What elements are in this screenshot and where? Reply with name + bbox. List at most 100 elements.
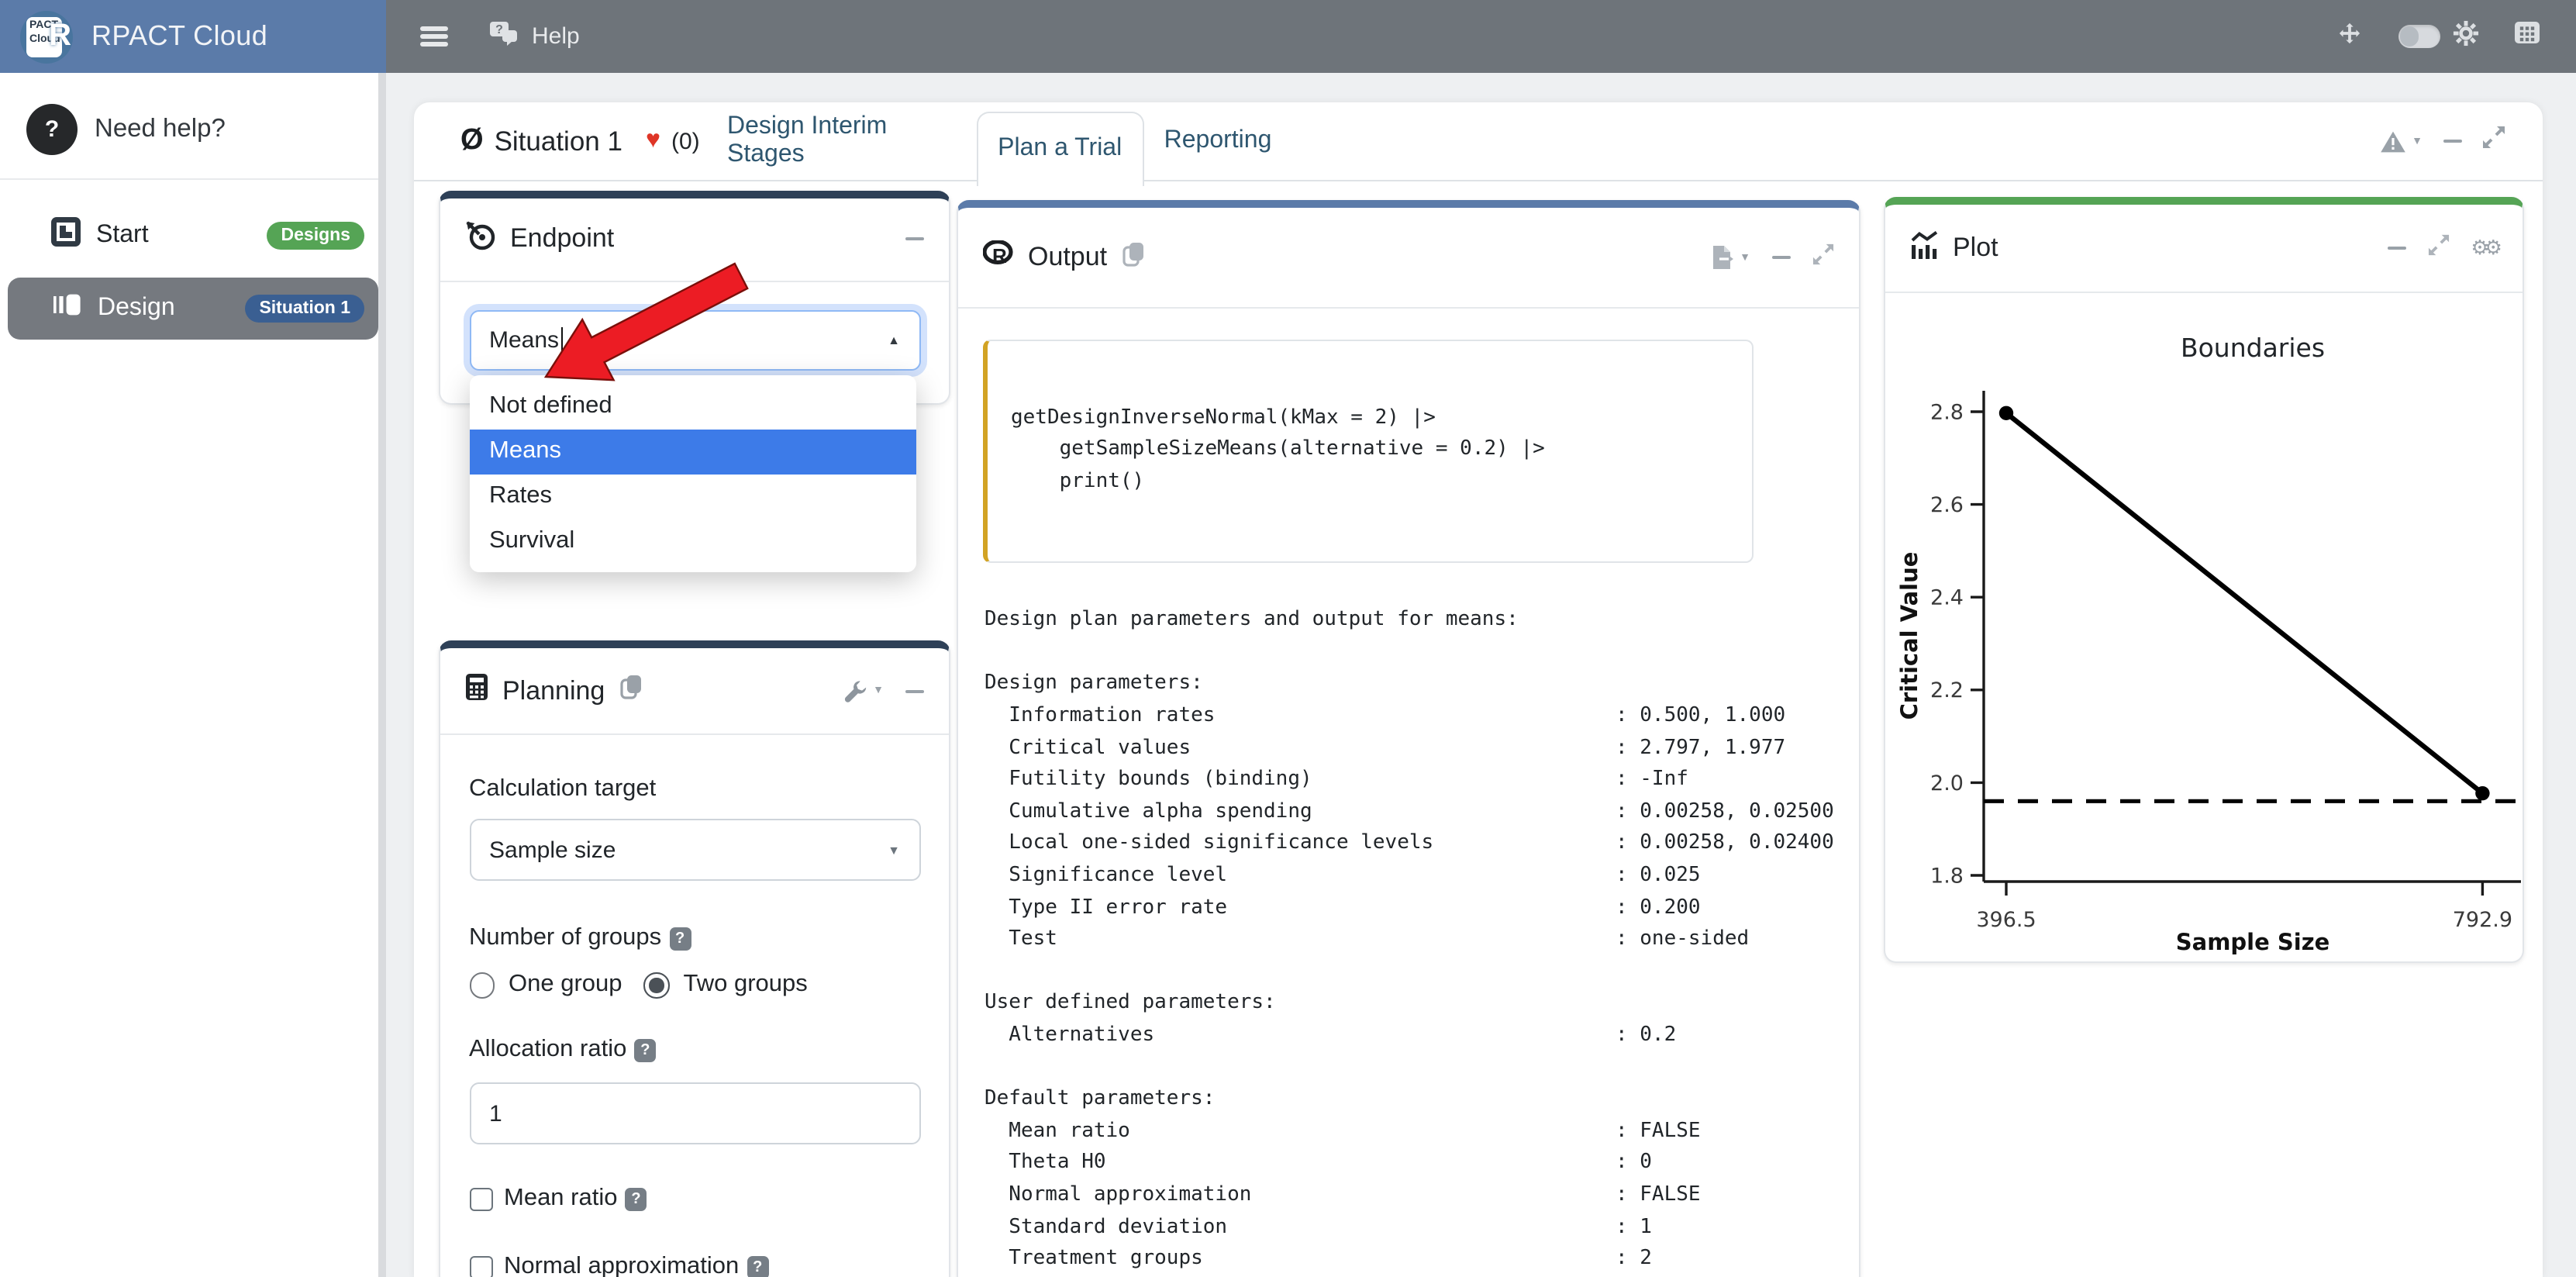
output-card: R Output ▼ get: [957, 201, 1860, 1277]
chevron-up-icon: ▲: [888, 333, 900, 347]
allocation-ratio-label: Allocation ratio?: [469, 1037, 920, 1065]
topbar-actions: [2337, 19, 2539, 53]
tab-plan-a-trial[interactable]: Plan a Trial: [976, 112, 1143, 185]
null-set-icon: Ø: [460, 124, 484, 158]
design-output-text: Design plan parameters and output for me…: [985, 606, 1859, 1276]
endpoint-option[interactable]: Not defined: [469, 385, 916, 430]
svg-text:Critical Value: Critical Value: [1895, 552, 1922, 720]
sidebar: PACT Cloud R RPACT Cloud ? Need help? St…: [0, 0, 386, 1277]
sidebar-item-label: Start: [96, 222, 149, 250]
svg-text:2.4: 2.4: [1929, 586, 1963, 610]
need-help-link[interactable]: ? Need help?: [26, 104, 386, 155]
warning-triangle-icon: [2379, 129, 2405, 153]
sidebar-divider: [0, 178, 386, 180]
endpoint-card-title: Endpoint: [510, 223, 614, 254]
sidebar-item-start[interactable]: Start Designs: [0, 206, 386, 265]
collapse-card-icon[interactable]: [2387, 247, 2405, 250]
svg-text:792.9: 792.9: [2452, 908, 2512, 932]
designs-badge: Designs: [267, 222, 365, 250]
start-icon: [51, 217, 81, 254]
collapse-panel-icon[interactable]: [2443, 140, 2461, 143]
theme-toggle[interactable]: [2398, 26, 2440, 48]
grid-apps-icon[interactable]: [2514, 22, 2539, 51]
svg-text:R: R: [992, 245, 1007, 267]
help-badge-icon[interactable]: ?: [634, 1040, 656, 1063]
mean-ratio-label: Mean ratio: [504, 1186, 617, 1213]
normal-approximation-checkbox[interactable]: [469, 1255, 493, 1277]
help-badge-icon[interactable]: ?: [747, 1256, 768, 1277]
planning-card: Planning ▼ Calculation target Sample siz…: [439, 641, 950, 1277]
help-chat-icon: ?: [488, 19, 521, 53]
help-label: Help: [532, 23, 580, 50]
endpoint-combobox[interactable]: Means ▲: [469, 310, 920, 371]
collapse-card-icon[interactable]: [905, 237, 924, 240]
sidebar-scrollbar[interactable]: [378, 73, 386, 1277]
file-export-icon: [1712, 246, 1733, 271]
plot-settings-gears-icon[interactable]: ⚙⚙: [2471, 236, 2498, 261]
endpoint-combobox-value: Means: [489, 327, 559, 354]
endpoint-target-icon: [465, 219, 496, 258]
situation-badge: Situation 1: [245, 295, 364, 323]
plot-card-title: Plot: [1953, 233, 1998, 264]
calculation-target-select[interactable]: Sample size ▼: [469, 820, 920, 882]
settings-sun-icon[interactable]: [2452, 19, 2478, 53]
svg-text:2.0: 2.0: [1929, 771, 1963, 796]
expand-card-icon[interactable]: [2427, 233, 2449, 263]
sidebar-item-label: Design: [98, 295, 175, 323]
wrench-icon: [843, 680, 867, 703]
help-badge-icon[interactable]: ?: [625, 1188, 647, 1211]
mean-ratio-checkbox[interactable]: [469, 1187, 493, 1211]
allocation-ratio-input[interactable]: 1: [469, 1083, 920, 1145]
app-root: ? Help PACT Cloud R RPACT Cl: [0, 0, 2576, 1277]
two-groups-label: Two groups: [684, 972, 808, 999]
endpoint-option[interactable]: Rates: [469, 474, 916, 519]
hamburger-menu-icon[interactable]: [420, 22, 448, 51]
help-badge-icon[interactable]: ?: [669, 928, 691, 951]
one-group-radio[interactable]: [469, 972, 495, 998]
toggle-knob: [2399, 27, 2419, 47]
endpoint-dropdown-menu: Not definedMeansRatesSurvival: [469, 375, 916, 572]
export-dropdown-button[interactable]: ▼: [1712, 246, 1750, 271]
question-mark-icon: ?: [26, 104, 78, 155]
endpoint-option[interactable]: Survival: [469, 519, 916, 564]
endpoint-option[interactable]: Means: [469, 430, 916, 475]
situation-title: Situation 1: [495, 125, 622, 157]
calculator-icon: [465, 674, 488, 709]
copy-icon[interactable]: [620, 675, 642, 708]
svg-text:Boundaries: Boundaries: [2180, 333, 2324, 363]
two-groups-radio[interactable]: [644, 972, 670, 998]
sidebar-item-design[interactable]: Design Situation 1: [8, 278, 378, 340]
svg-text:1.8: 1.8: [1929, 864, 1963, 888]
need-help-label: Need help?: [95, 115, 226, 144]
tab-reporting[interactable]: Reporting: [1166, 102, 1270, 181]
help-button[interactable]: ? Help: [488, 19, 580, 53]
planning-card-title: Planning: [502, 676, 605, 707]
app-title: RPACT Cloud: [91, 20, 267, 53]
design-icon: [51, 290, 82, 327]
mean-ratio-row: Mean ratio ?: [469, 1186, 920, 1213]
tab-design-interim-stages[interactable]: Design Interim Stages: [727, 102, 953, 181]
tools-dropdown-button[interactable]: ▼: [843, 680, 884, 703]
endpoint-card: Endpoint Means ▲: [439, 190, 950, 404]
calculation-target-label: Calculation target: [469, 776, 920, 804]
expand-panel-icon[interactable]: [2481, 126, 2505, 157]
copy-icon[interactable]: [1122, 242, 1144, 274]
one-group-label: One group: [509, 972, 622, 999]
svg-text:2.2: 2.2: [1929, 678, 1963, 702]
svg-text:396.5: 396.5: [1975, 908, 2035, 932]
main-panel: Ø Situation 1 ♥ (0) Design Interim Stage…: [414, 102, 2542, 1277]
warnings-dropdown-button[interactable]: ▼: [2379, 129, 2423, 153]
collapse-card-icon[interactable]: [905, 689, 924, 692]
r-code-text: getDesignInverseNormal(kMax = 2) |> getS…: [1011, 404, 1752, 498]
svg-text:2.8: 2.8: [1929, 400, 1963, 424]
fullscreen-move-icon[interactable]: [2337, 21, 2360, 52]
favorite-count: (0): [671, 128, 700, 154]
collapse-card-icon[interactable]: [1772, 256, 1791, 259]
expand-card-icon[interactable]: [1812, 243, 1834, 273]
heart-favorite-icon[interactable]: ♥: [646, 127, 660, 155]
calculation-target-value: Sample size: [489, 837, 616, 864]
rpact-logo: PACT Cloud R: [20, 10, 73, 63]
number-of-groups-label: Number of groups?: [469, 925, 920, 953]
r-logo-icon: R: [983, 241, 1014, 275]
chart-icon: [1909, 230, 1939, 266]
